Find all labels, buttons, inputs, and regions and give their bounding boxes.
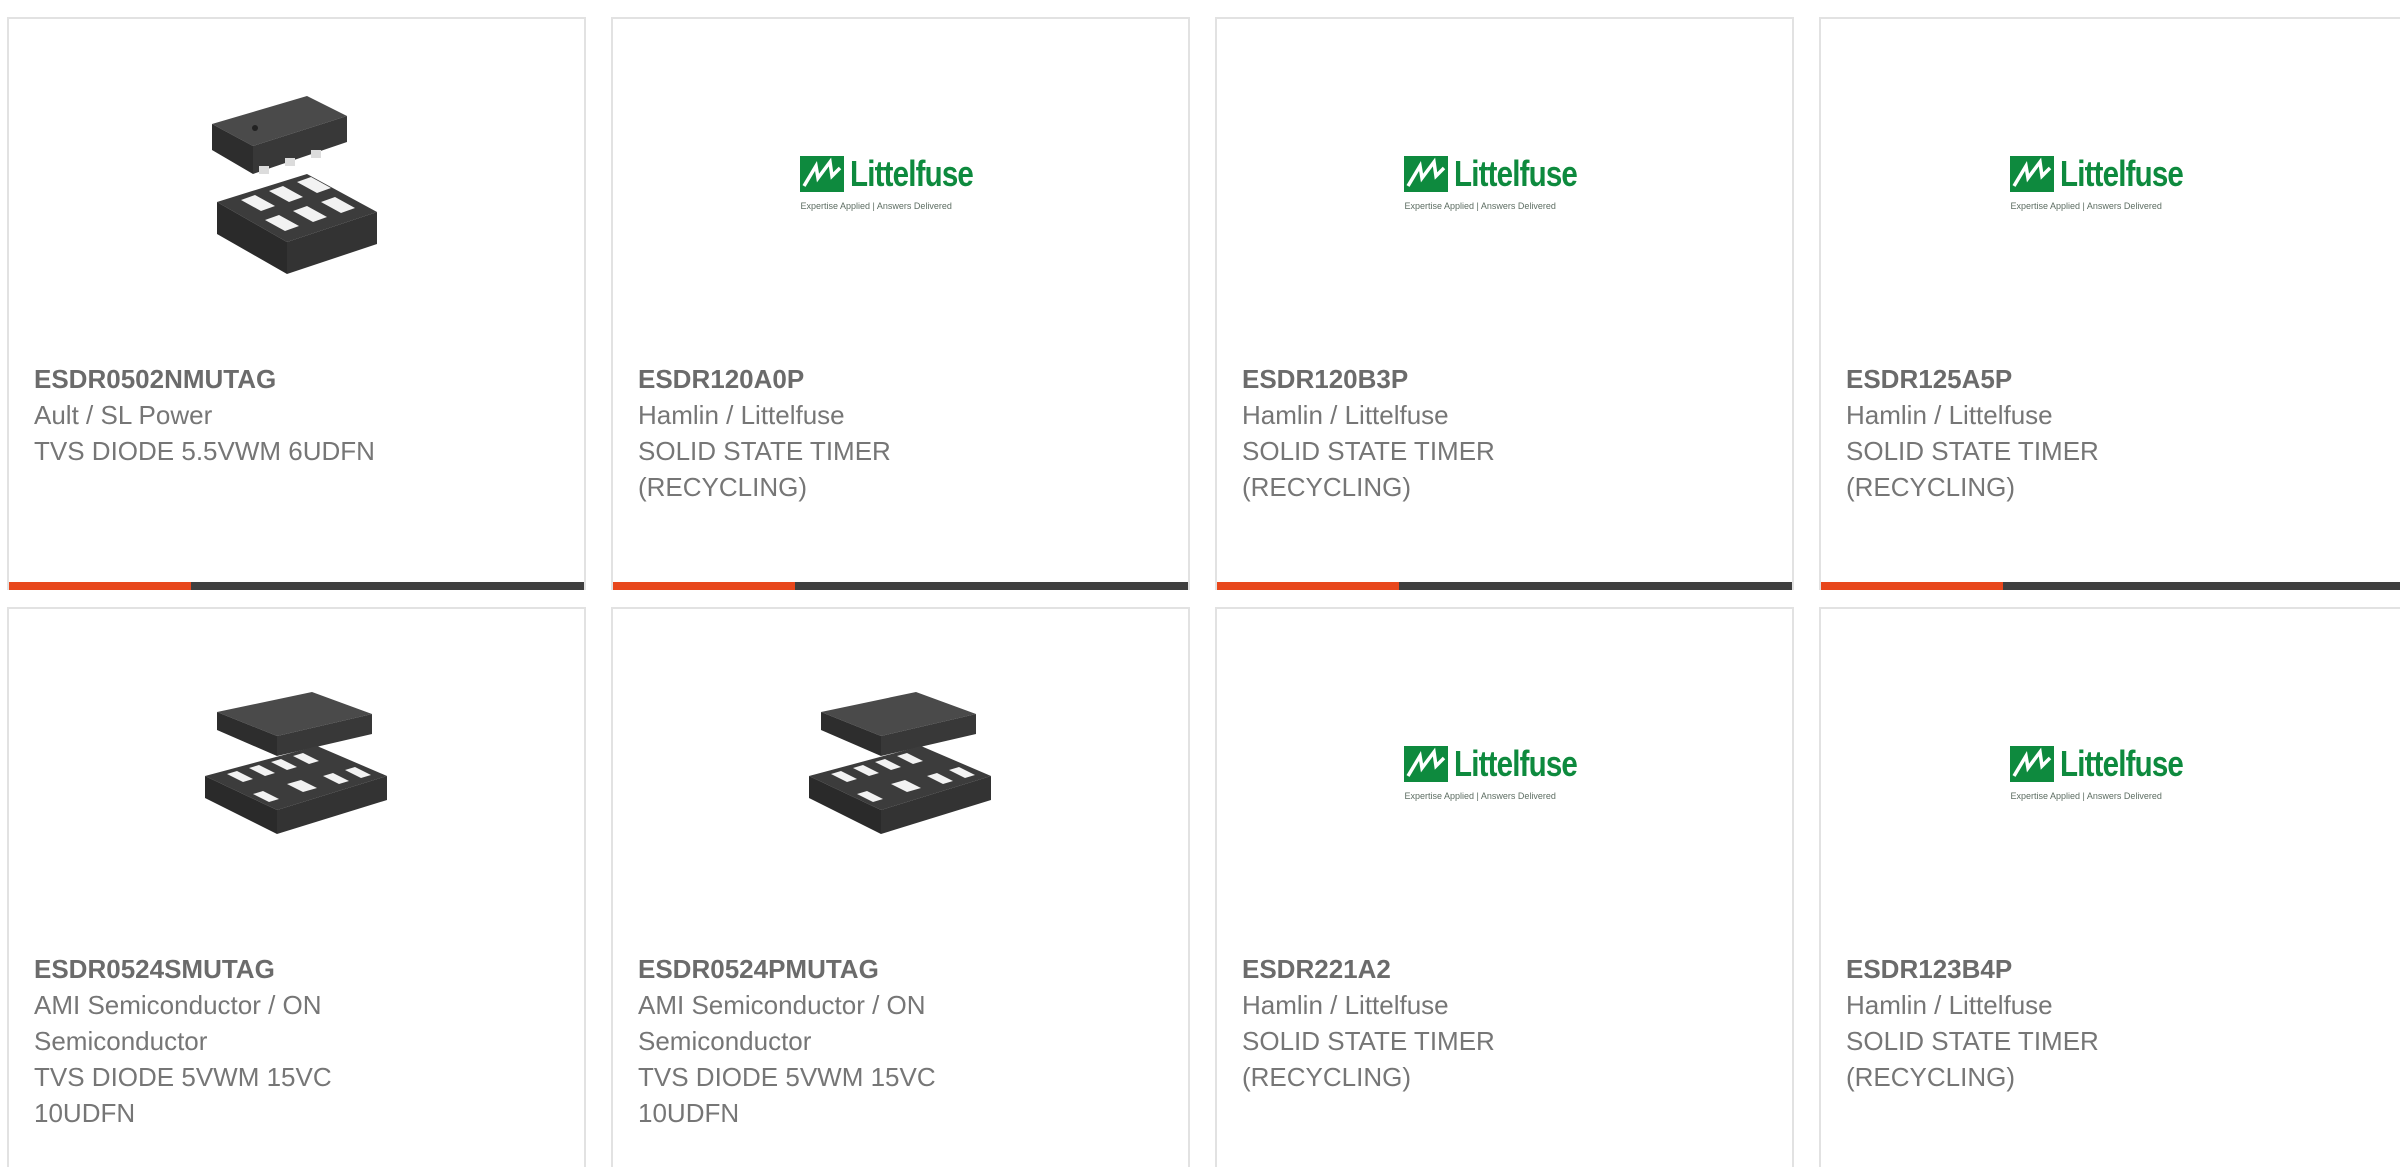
manufacturer: Ault / SL Power — [34, 400, 213, 430]
littelfuse-logo: Littelfuse Expertise Applied | Answers D… — [1404, 743, 1604, 801]
logo-tagline: Expertise Applied | Answers Delivered — [800, 200, 952, 211]
part-number[interactable]: ESDR0502NMUTAG — [34, 361, 564, 397]
description: TVS DIODE 5VWM 15VC 10UDFN — [638, 1062, 936, 1128]
logo-word: Littelfuse — [2060, 742, 2184, 784]
product-card[interactable]: Littelfuse Expertise Applied | Answers D… — [1819, 607, 2400, 1167]
part-number[interactable]: ESDR123B4P — [1846, 951, 2380, 987]
product-card[interactable]: ESDR0502NMUTAG Ault / SL Power TVS DIODE… — [7, 17, 586, 590]
product-card[interactable]: ESDR0524SMUTAG AMI Semiconductor / ON Se… — [7, 607, 586, 1167]
manufacturer: Hamlin / Littelfuse — [1242, 400, 1449, 430]
product-grid: ESDR0502NMUTAG Ault / SL Power TVS DIODE… — [0, 0, 2400, 1167]
product-image[interactable]: Littelfuse Expertise Applied | Answers D… — [613, 19, 1188, 349]
manufacturer: Hamlin / Littelfuse — [1846, 400, 2053, 430]
manufacturer: Hamlin / Littelfuse — [1846, 990, 2053, 1020]
product-card[interactable]: Littelfuse Expertise Applied | Answers D… — [1215, 607, 1794, 1167]
littelfuse-mark-icon — [1404, 745, 1449, 782]
product-card[interactable]: Littelfuse Expertise Applied | Answers D… — [1819, 17, 2400, 590]
logo-word: Littelfuse — [1454, 742, 1578, 784]
logo-word: Littelfuse — [1454, 152, 1578, 194]
littelfuse-logo: Littelfuse Expertise Applied | Answers D… — [800, 153, 1000, 211]
description: SOLID STATE TIMER (RECYCLING) — [1242, 436, 1495, 502]
logo-tagline: Expertise Applied | Answers Delivered — [1404, 790, 1556, 801]
udfn6-package-image — [196, 84, 397, 284]
part-number[interactable]: ESDR120A0P — [638, 361, 1168, 397]
logo-tagline: Expertise Applied | Answers Delivered — [1404, 200, 1556, 211]
part-number[interactable]: ESDR0524SMUTAG — [34, 951, 564, 987]
product-image[interactable] — [9, 609, 584, 939]
littelfuse-logo: Littelfuse Expertise Applied | Answers D… — [2010, 153, 2210, 211]
logo-word: Littelfuse — [850, 152, 974, 194]
product-card[interactable]: Littelfuse Expertise Applied | Answers D… — [611, 17, 1190, 590]
description: SOLID STATE TIMER (RECYCLING) — [638, 436, 891, 502]
card-bottom-bar — [1217, 582, 1792, 590]
description: TVS DIODE 5.5VWM 6UDFN — [34, 436, 375, 466]
littelfuse-mark-icon — [1404, 155, 1449, 192]
product-card[interactable]: ESDR0524PMUTAG AMI Semiconductor / ON Se… — [611, 607, 1190, 1167]
logo-tagline: Expertise Applied | Answers Delivered — [2010, 200, 2162, 211]
product-image[interactable]: Littelfuse Expertise Applied | Answers D… — [1821, 609, 2400, 939]
card-bottom-bar — [9, 582, 584, 590]
part-number[interactable]: ESDR125A5P — [1846, 361, 2380, 397]
littelfuse-logo: Littelfuse Expertise Applied | Answers D… — [2010, 743, 2210, 801]
littelfuse-logo: Littelfuse Expertise Applied | Answers D… — [1404, 153, 1604, 211]
product-card[interactable]: Littelfuse Expertise Applied | Answers D… — [1215, 17, 1794, 590]
description: TVS DIODE 5VWM 15VC 10UDFN — [34, 1062, 332, 1128]
udfn10-package-image — [808, 692, 991, 834]
part-number[interactable]: ESDR0524PMUTAG — [638, 951, 1168, 987]
description: SOLID STATE TIMER (RECYCLING) — [1846, 436, 2099, 502]
product-image[interactable]: Littelfuse Expertise Applied | Answers D… — [1217, 609, 1792, 939]
part-number[interactable]: ESDR120B3P — [1242, 361, 1772, 397]
manufacturer: Hamlin / Littelfuse — [1242, 990, 1449, 1020]
manufacturer: Hamlin / Littelfuse — [638, 400, 845, 430]
manufacturer: AMI Semiconductor / ON Semiconductor — [34, 990, 322, 1056]
description: SOLID STATE TIMER (RECYCLING) — [1242, 1026, 1495, 1092]
description: SOLID STATE TIMER (RECYCLING) — [1846, 1026, 2099, 1092]
product-image[interactable]: Littelfuse Expertise Applied | Answers D… — [1821, 19, 2400, 349]
product-image[interactable] — [613, 609, 1188, 939]
udfn10-package-image — [204, 692, 387, 834]
manufacturer: AMI Semiconductor / ON Semiconductor — [638, 990, 926, 1056]
product-image[interactable]: Littelfuse Expertise Applied | Answers D… — [1217, 19, 1792, 349]
part-number[interactable]: ESDR221A2 — [1242, 951, 1772, 987]
logo-tagline: Expertise Applied | Answers Delivered — [2010, 790, 2162, 801]
card-bottom-bar — [613, 582, 1188, 590]
littelfuse-mark-icon — [2010, 745, 2055, 782]
littelfuse-mark-icon — [800, 155, 845, 192]
product-image[interactable] — [9, 19, 584, 349]
card-bottom-bar — [1821, 582, 2400, 590]
littelfuse-mark-icon — [2010, 155, 2055, 192]
logo-word: Littelfuse — [2060, 152, 2184, 194]
